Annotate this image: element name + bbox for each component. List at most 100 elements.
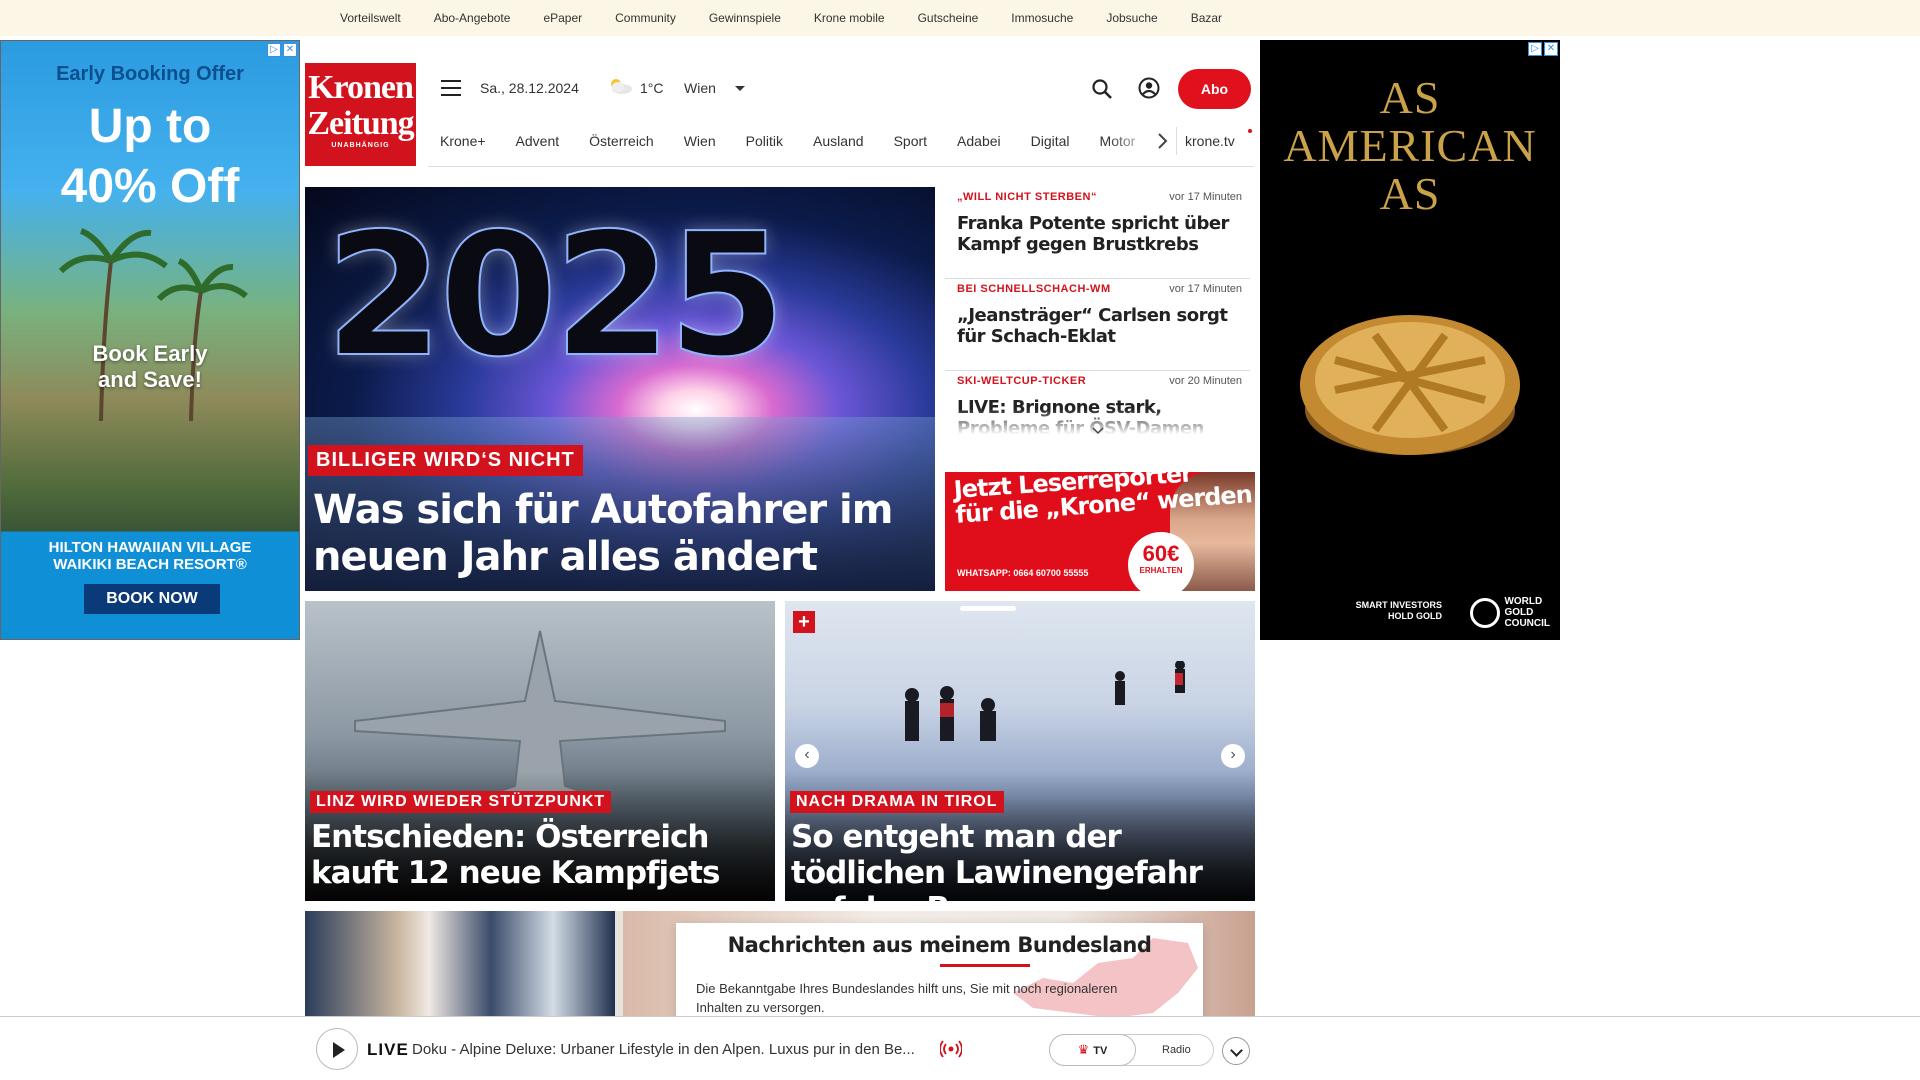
card-kicker: LINZ WIRD WIEDER STÜTZPUNKT: [310, 791, 612, 813]
nav-item-wien[interactable]: Wien: [684, 133, 716, 149]
hero-image-text: 2025: [324, 196, 787, 396]
nav-item-ausland[interactable]: Ausland: [813, 133, 864, 149]
ad-headline: AS AMERICAN AS: [1260, 74, 1560, 218]
nav-item-oesterreich[interactable]: Österreich: [589, 133, 654, 149]
nav-item-digital[interactable]: Digital: [1031, 133, 1070, 149]
weather-cloud-sun-icon: [611, 79, 632, 94]
nav-item-sport[interactable]: Sport: [894, 133, 927, 149]
nav-divider: [1176, 127, 1177, 155]
utility-link-bazar[interactable]: Bazar: [1191, 11, 1222, 25]
news-title[interactable]: „Jeansträger“ Carlsen sorgt für Schach-E…: [957, 305, 1244, 347]
news-item[interactable]: „WILL NICHT STERBEN“ vor 17 Minuten Fran…: [945, 187, 1250, 279]
card-kicker: NACH DRAMA IN TIROL: [790, 791, 1004, 813]
utility-link-gewinnspiele[interactable]: Gewinnspiele: [709, 11, 781, 25]
ad-tagline: Book Early and Save!: [1, 341, 299, 393]
whatsapp-number: WHATSAPP: 0664 60700 55555: [957, 568, 1089, 578]
chevron-down-icon[interactable]: [1092, 427, 1104, 435]
utility-link-jobsuche[interactable]: Jobsuche: [1106, 11, 1157, 25]
news-title[interactable]: Franka Potente spricht über Kampf gegen …: [957, 213, 1244, 255]
caret-down-icon[interactable]: [735, 86, 745, 91]
ad-info-icon[interactable]: ▷: [267, 43, 281, 57]
chevron-left-icon[interactable]: ‹: [795, 744, 819, 768]
hero-story[interactable]: 2025 BILLIGER WIRD‘S NICHT Was sich für …: [305, 187, 935, 591]
slider-indicator: [960, 606, 1016, 611]
hero-title[interactable]: Was sich für Autofahrer im neuen Jahr al…: [313, 487, 923, 581]
krone-plus-icon: +: [793, 611, 815, 633]
news-fade: [945, 409, 1250, 443]
ad-headline: Early Booking Offer: [56, 63, 244, 85]
utility-bar: Vorteilswelt Abo-Angebote ePaper Communi…: [0, 0, 1920, 36]
play-button[interactable]: [316, 1028, 358, 1070]
news-item[interactable]: BEI SCHNELLSCHACH-WM vor 17 Minuten „Jea…: [945, 279, 1250, 371]
gold-council-line3: COUNCIL: [1504, 618, 1550, 629]
reward-amount: 60€: [1142, 541, 1180, 566]
ad-offer-line1: Up to: [88, 100, 212, 153]
temperature: 1°C: [640, 80, 664, 96]
tv-option[interactable]: ♛ TV: [1049, 1034, 1136, 1066]
ad-headline-line2: AMERICAN: [1283, 120, 1537, 171]
utility-link-vorteilswelt[interactable]: Vorteilswelt: [340, 11, 401, 25]
ad-choices[interactable]: ▷ ✕: [1528, 42, 1558, 56]
live-description[interactable]: Doku - Alpine Deluxe: Urbaner Lifestyle …: [412, 1041, 932, 1058]
story-card-kampfjets[interactable]: LINZ WIRD WIEDER STÜTZPUNKT Entschieden:…: [305, 601, 775, 901]
account-icon[interactable]: [1138, 77, 1160, 99]
ad-headline-line1: AS: [1379, 72, 1441, 123]
nav-item-krone-tv[interactable]: krone.tv: [1185, 133, 1235, 149]
reward-badge: 60€ ERHALTEN: [1128, 532, 1194, 591]
hero-kicker: BILLIGER WIRD‘S NICHT: [308, 445, 583, 476]
nav-item-krone-plus[interactable]: Krone+: [440, 133, 486, 149]
ad-tagline-line1: Book Early: [92, 341, 208, 366]
tv-option-label: TV: [1093, 1045, 1108, 1057]
gold-council-ring-icon: [1470, 597, 1501, 628]
utility-link-krone-mobile[interactable]: Krone mobile: [814, 11, 885, 25]
ad-info-icon[interactable]: ▷: [1528, 42, 1542, 56]
ad-offer: Up to 40% Off: [1, 97, 299, 217]
nav-items: Krone+ Advent Österreich Wien Politik Au…: [440, 123, 1165, 159]
rescue-team-image: [905, 661, 1185, 741]
live-player-bar: LIVE Doku - Alpine Deluxe: Urbaner Lifes…: [0, 1016, 1920, 1080]
menu-icon[interactable]: [441, 80, 461, 96]
utility-link-community[interactable]: Community: [615, 11, 676, 25]
utility-link-epaper[interactable]: ePaper: [543, 11, 582, 25]
ad-footer-claim: SMART INVESTORS HOLD GOLD: [1356, 600, 1442, 622]
current-date: Sa., 28.12.2024: [480, 80, 579, 96]
ad-choices[interactable]: ▷ ✕: [267, 43, 297, 57]
tv-radio-toggle[interactable]: ♛ TV Radio: [1049, 1034, 1214, 1066]
gold-council-line2: GOLD: [1504, 607, 1534, 618]
news-time: vor 17 Minuten: [1169, 283, 1242, 295]
ad-claim-line1: SMART INVESTORS: [1355, 600, 1442, 610]
nav-item-politik[interactable]: Politik: [746, 133, 783, 149]
region-title-underline: [940, 964, 1030, 967]
nav-item-advent[interactable]: Advent: [516, 133, 560, 149]
live-dot: [1248, 129, 1252, 133]
chevron-right-icon[interactable]: [1156, 133, 1168, 149]
abo-button[interactable]: Abo: [1178, 69, 1251, 109]
ad-tagline-line2: and Save!: [98, 367, 202, 392]
book-now-button[interactable]: BOOK NOW: [84, 584, 220, 614]
search-icon[interactable]: [1091, 78, 1113, 100]
story-card-lawine[interactable]: + ‹ › NACH DRAMA IN TIROL So entgeht man…: [785, 601, 1255, 901]
city-select[interactable]: Wien: [684, 80, 716, 96]
card-title[interactable]: Entschieden: Österreich kauft 12 neue Ka…: [311, 819, 771, 891]
card-title[interactable]: So entgeht man der tödlichen Lawinengefa…: [791, 819, 1251, 901]
hilton-ad[interactable]: ▷ ✕ Early Booking Offer Up to 40% Off Bo…: [0, 40, 300, 640]
utility-link-abo-angebote[interactable]: Abo-Angebote: [434, 11, 511, 25]
utility-link-immosuche[interactable]: Immosuche: [1011, 11, 1073, 25]
gold-council-ad[interactable]: ▷ ✕ AS AMERICAN AS SMART INVESTORS HOLD …: [1260, 40, 1560, 640]
ad-headline-line3: AS: [1379, 168, 1441, 219]
chevron-right-icon[interactable]: ›: [1221, 744, 1245, 768]
leserreporter-banner[interactable]: Jetzt Leserreporter für die „Krone“ werd…: [945, 472, 1255, 591]
radio-option[interactable]: Radio: [1162, 1035, 1191, 1065]
krone-logo[interactable]: Kronen Zeitung UNABHÄNGIG: [305, 63, 416, 166]
logo-line3: UNABHÄNGIG: [331, 142, 390, 149]
ad-brand-line2: WAIKIKI BEACH RESORT®: [53, 556, 247, 573]
ad-claim-line2: HOLD GOLD: [1388, 611, 1442, 621]
ad-close-icon[interactable]: ✕: [1544, 42, 1558, 56]
world-gold-council-logo: WORLD GOLD COUNCIL: [1470, 596, 1550, 629]
utility-link-gutscheine[interactable]: Gutscheine: [918, 11, 979, 25]
main-nav: Krone+ Advent Österreich Wien Politik Au…: [428, 123, 1254, 167]
logo-line2: Zeitung: [307, 105, 414, 142]
expand-player-button[interactable]: [1222, 1037, 1250, 1065]
ad-close-icon[interactable]: ✕: [283, 43, 297, 57]
nav-item-adabei[interactable]: Adabei: [957, 133, 1001, 149]
